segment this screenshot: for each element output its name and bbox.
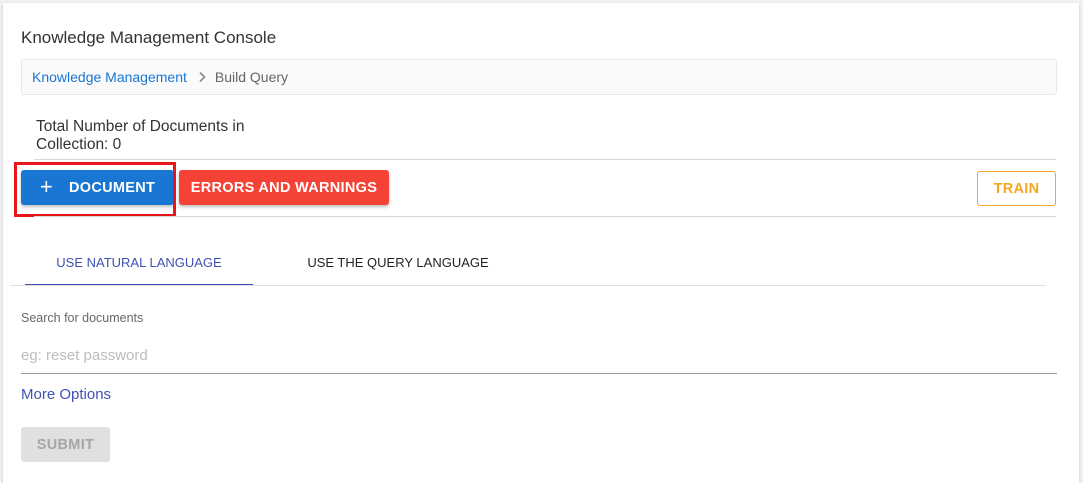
more-options-link[interactable]: More Options [21, 386, 111, 403]
chevron-right-icon [197, 71, 207, 83]
tab-natural-language[interactable]: USE NATURAL LANGUAGE [25, 240, 253, 286]
document-count: Total Number of Documents in Collection:… [36, 118, 245, 153]
breadcrumb-current: Build Query [214, 69, 289, 85]
breadcrumb: Knowledge Management Build Query [21, 59, 1057, 95]
search-label: Search for documents [21, 311, 144, 325]
divider-bottom [34, 216, 1056, 217]
train-button[interactable]: TRAIN [977, 171, 1056, 206]
highlight-annotation-box [14, 162, 176, 217]
page-title: Knowledge Management Console [21, 28, 277, 47]
tabs-underline [10, 285, 1046, 286]
tab-query-language[interactable]: USE THE QUERY LANGUAGE [300, 240, 496, 285]
breadcrumb-link-knowledge-management[interactable]: Knowledge Management [32, 69, 187, 85]
query-mode-tabs: USE NATURAL LANGUAGE USE THE QUERY LANGU… [10, 240, 1046, 288]
errors-and-warnings-button[interactable]: ERRORS AND WARNINGS [179, 170, 389, 205]
divider-top [34, 159, 1056, 160]
submit-button[interactable]: SUBMIT [21, 427, 110, 462]
search-input[interactable] [21, 337, 1057, 374]
